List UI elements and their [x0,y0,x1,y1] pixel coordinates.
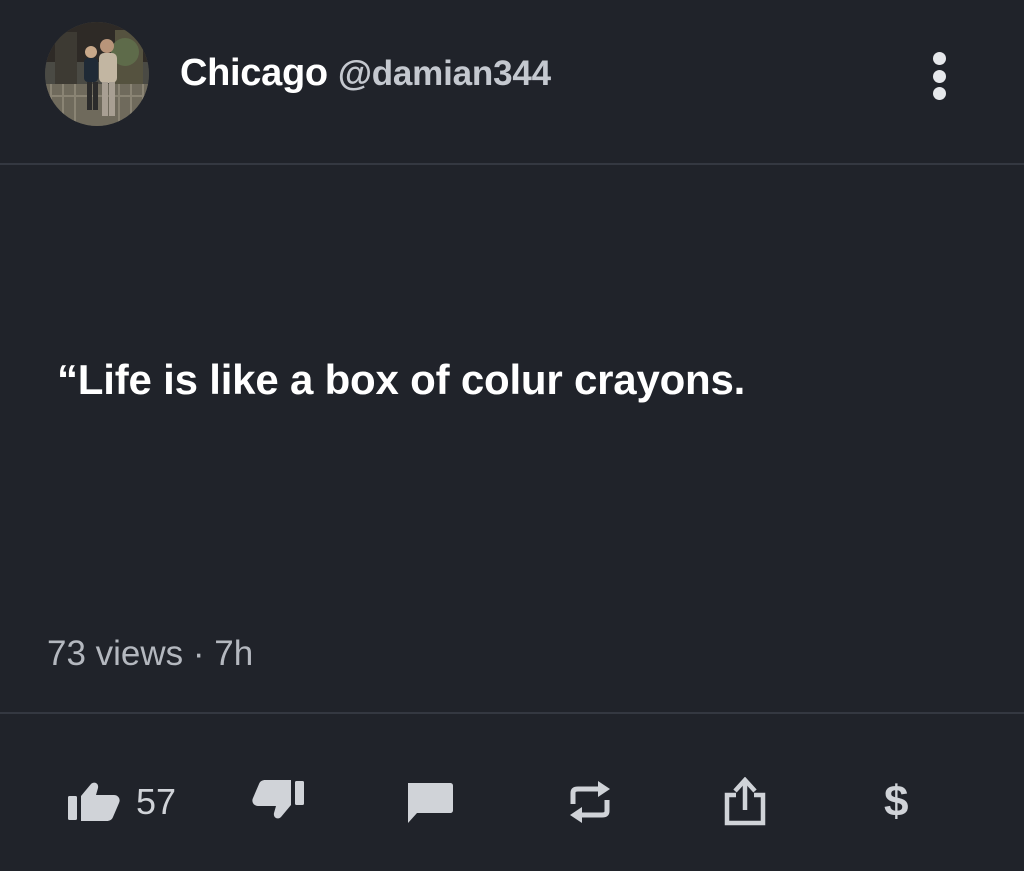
post-meta: 73 views · 7h [47,634,253,674]
more-options-button[interactable] [916,48,962,104]
reply-button[interactable] [403,774,455,830]
comment-icon [408,783,453,823]
like-count: 57 [136,781,177,822]
post-text: “Life is like a box of colur crayons. [57,356,746,403]
share-icon [724,777,766,826]
more-vertical-icon [932,52,946,65]
repost-button[interactable] [566,774,614,830]
dollar-icon: $ [884,777,909,826]
author-line: Chicago @damian344 [180,52,551,96]
dislike-button[interactable] [250,774,306,830]
thumbs-up-icon [68,782,120,821]
avatar[interactable] [45,22,149,126]
tip-button[interactable]: $ [884,774,908,830]
thumbs-down-icon [252,780,304,819]
repost-icon [570,781,610,823]
view-count: 73 views [47,634,184,673]
avatar-photo [45,22,149,126]
like-button[interactable]: 57 [66,774,176,830]
header-divider [0,163,1024,165]
post-card: Chicago @damian344 “Life is like a box o… [0,0,1024,871]
share-button[interactable] [722,774,768,830]
action-bar: 57 $ [0,714,1024,871]
post-header: Chicago @damian344 [0,0,1024,164]
more-vertical-icon-dot [932,87,946,100]
post-age: 7h [214,634,254,673]
more-vertical-icon-dot [932,69,946,83]
author-display-name[interactable]: Chicago [180,52,328,95]
author-handle[interactable]: @damian344 [338,54,551,94]
meta-separator: · [192,634,205,673]
